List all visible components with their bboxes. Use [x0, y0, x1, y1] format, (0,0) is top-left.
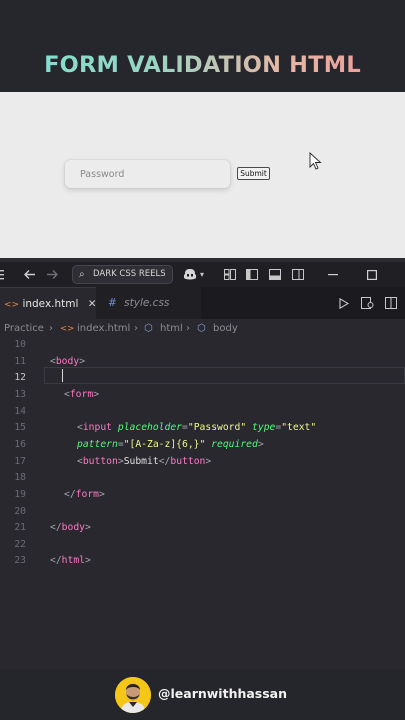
line-number: 13 [14, 388, 26, 400]
code-line: </body> [50, 522, 91, 533]
breadcrumb-body[interactable]: body [213, 319, 238, 339]
chevron-right-icon: › [134, 323, 138, 334]
code-token: required [211, 438, 258, 450]
browser-preview: Submit [0, 92, 405, 258]
tab-style-css[interactable]: # style.css [96, 287, 201, 319]
chevron-right-icon: › [186, 323, 190, 334]
copilot-icon[interactable] [183, 268, 197, 281]
code-token: "text" [281, 422, 317, 434]
code-token: "Password" [187, 422, 247, 434]
code-token: > [99, 488, 105, 500]
line-number: 17 [14, 455, 26, 467]
line-number: 15 [14, 422, 26, 434]
code-token: placeholder [117, 422, 183, 434]
code-token: > [257, 438, 264, 450]
code-token: html [61, 555, 86, 567]
chevron-right-icon: › [49, 323, 53, 334]
breadcrumb: Practice › <> index.html › ⬡ html › ⬡ bo… [0, 319, 405, 339]
code-token: body [61, 522, 86, 534]
command-center-label: DARK CSS REELS [93, 269, 166, 279]
code-token: "[A-Za-z]{6,}" [123, 438, 206, 450]
author-handle: @learnwithhassan [158, 686, 288, 701]
css-file-icon: # [108, 297, 117, 309]
title-banner: FORM VALIDATION HTML [0, 0, 405, 92]
avatar [115, 677, 151, 713]
menu-icon[interactable] [0, 269, 5, 280]
line-number: 11 [14, 355, 26, 367]
line-number: 19 [14, 488, 26, 500]
code-token: > [85, 555, 91, 567]
chevron-down-icon[interactable]: ▾ [200, 262, 204, 287]
layout-icon[interactable] [224, 269, 236, 280]
code-token: Submit [123, 455, 159, 467]
line-number: 23 [14, 555, 26, 567]
code-line: <form> [64, 389, 99, 400]
line-number: 18 [14, 472, 26, 484]
minimize-icon[interactable] [328, 274, 338, 276]
editor-title-bar: ⌕ DARK CSS REELS ▾ [0, 262, 405, 287]
breadcrumb-html[interactable]: html [160, 319, 183, 339]
tab-index-html[interactable]: <> index.html ✕ [0, 287, 97, 319]
breadcrumb-folder[interactable]: Practice [4, 319, 44, 339]
code-token: </ [50, 555, 62, 567]
back-arrow-icon[interactable] [23, 269, 36, 280]
footer: @learnwithhassan [0, 669, 405, 720]
code-token: </ [64, 488, 76, 500]
submit-button[interactable]: Submit [237, 167, 270, 180]
run-icon[interactable] [339, 298, 349, 309]
code-line: </html> [50, 555, 91, 566]
code-token: > [79, 355, 86, 367]
code-token: input [82, 422, 113, 434]
open-preview-icon[interactable] [361, 297, 374, 309]
code-token: button [170, 455, 206, 467]
code-line: <body> [50, 356, 85, 367]
line-number: 21 [14, 522, 26, 534]
line-number: 12 [14, 372, 26, 384]
toggle-sidebar-icon[interactable] [246, 269, 258, 280]
code-token: </ [158, 455, 171, 467]
line-number: 10 [14, 339, 26, 350]
split-editor-icon[interactable] [385, 297, 397, 309]
code-line: <button>Submit</button> [77, 456, 211, 467]
code-token: pattern [77, 438, 118, 450]
tab-bar: <> index.html ✕ # style.css [0, 287, 405, 319]
maximize-icon[interactable] [367, 270, 377, 280]
code-token: body [55, 355, 80, 367]
code-token: form [75, 488, 100, 500]
tab-label: style.css [124, 297, 170, 309]
code-token: > [93, 388, 100, 400]
command-center[interactable]: ⌕ DARK CSS REELS [72, 265, 173, 284]
html-file-icon: <> [60, 324, 75, 334]
code-editor[interactable]: 10 11 <body> 12 13 <form> 14 15 <input placehold… [0, 339, 405, 669]
breadcrumb-file[interactable]: index.html [77, 319, 130, 339]
line-number: 20 [14, 505, 26, 517]
current-line-highlight [44, 367, 405, 384]
line-number: 16 [14, 438, 26, 450]
element-icon: ⬡ [197, 323, 206, 334]
code-token: type [252, 422, 276, 434]
element-icon: ⬡ [144, 323, 153, 334]
code-line: <input placeholder="Password" type="text… [77, 422, 316, 433]
line-number: 14 [14, 405, 26, 417]
code-line: </form> [64, 489, 105, 500]
reel-title: FORM VALIDATION HTML [0, 52, 405, 78]
code-token: </ [50, 522, 62, 534]
html-file-icon: <> [4, 300, 20, 310]
forward-arrow-icon[interactable] [46, 269, 59, 280]
line-number: 22 [14, 538, 26, 550]
tab-label: index.html [22, 298, 79, 310]
code-token: button [82, 455, 118, 467]
toggle-panel-icon[interactable] [269, 269, 281, 280]
toggle-secondary-sidebar-icon[interactable] [292, 269, 304, 280]
mouse-cursor-icon [309, 152, 322, 170]
code-token: > [85, 522, 91, 534]
code-token: form [69, 388, 94, 400]
code-line: pattern="[A-Za-z]{6,}" required> [77, 439, 264, 450]
search-icon: ⌕ [79, 269, 85, 280]
code-token: > [205, 455, 212, 467]
text-caret [62, 369, 63, 382]
password-input[interactable] [65, 160, 230, 188]
